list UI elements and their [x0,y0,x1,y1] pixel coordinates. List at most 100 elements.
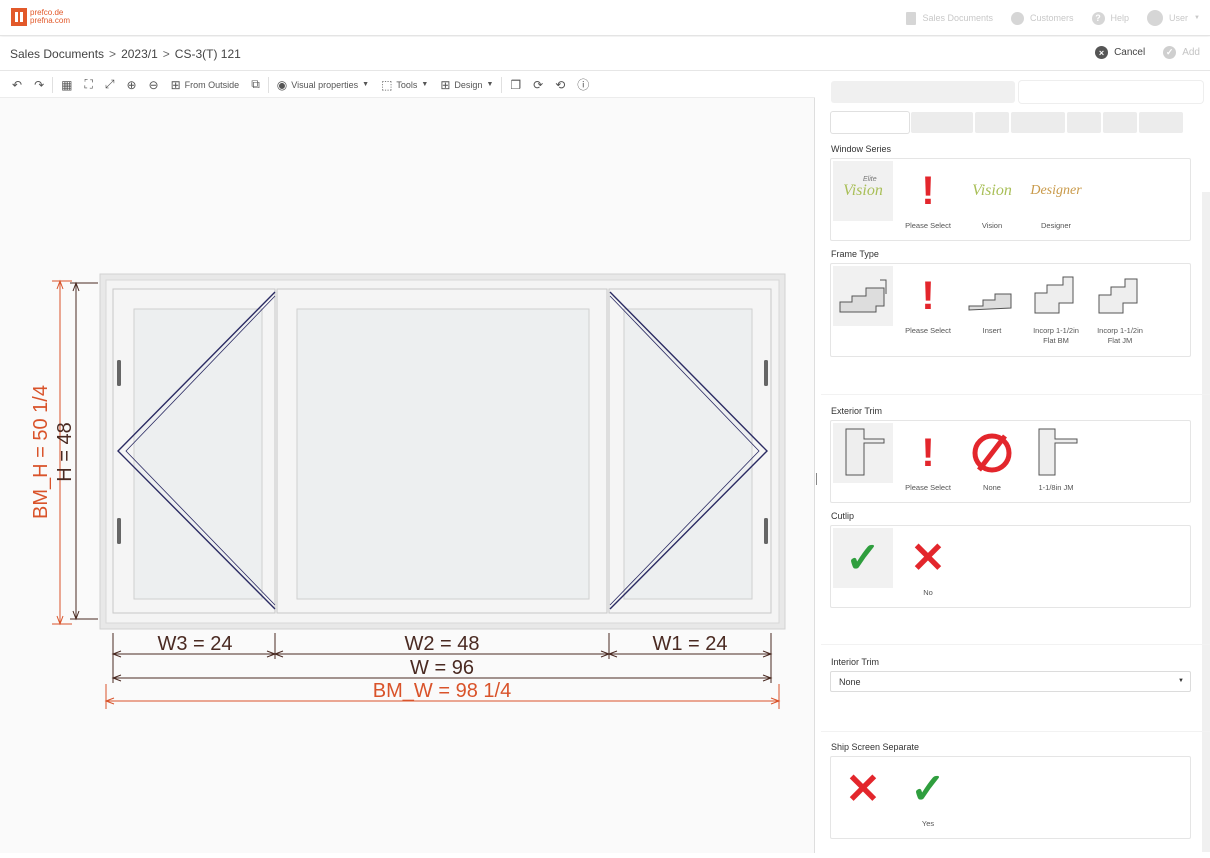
frame-type-option-incorp-flat-jm[interactable]: Incorp 1-1/2in Flat JM [1090,266,1150,346]
layers-button[interactable]: ⧉ [245,75,266,95]
interior-trim-title: Interior Trim [831,657,880,667]
window-drawing-canvas[interactable]: BM_H = 50 1/4 H = 48 W3 = 24 W2 = 48 W1 … [0,99,815,853]
undo-button[interactable]: ↶ [6,75,28,95]
option-label: Designer [1040,221,1071,230]
breadcrumb-document-number[interactable]: 2023/1 [121,47,158,61]
toolbar-divider [52,76,54,93]
frame-type-option-insert[interactable]: Insert [962,266,1022,336]
frame-profile-icon [839,279,887,313]
chevron-down-icon: ▼ [1194,15,1200,21]
section-divider [821,731,1210,732]
breadcrumb-sales-documents[interactable]: Sales Documents [10,47,104,61]
check-icon: ✓ [1163,46,1177,59]
close-icon: × [1095,46,1109,59]
design-menu[interactable]: ⊞ Design ▼ [434,75,499,95]
help-button[interactable]: ⓘ [571,75,595,95]
window-series-option-designer[interactable]: Designer Designer [1026,161,1086,231]
panel-tab-secondary-5[interactable] [1067,112,1101,133]
rotate-button[interactable]: ⟳ [527,75,549,95]
design-area: ↶ ↷ ▦ ⛶ ⤢ ⊕ ⊖ ⊞ From Outside ⧉ ◉ Visual … [0,72,815,853]
cutlip-title: Cutlip [831,511,855,521]
panel-tab-secondary-1[interactable] [831,112,909,133]
exterior-trim-option-please-select[interactable]: ! Please Select [898,423,958,493]
cutlip-option-yes[interactable]: ✓ [833,528,893,588]
tools-menu[interactable]: ⬚ Tools ▼ [375,75,434,95]
cutlip-option-no[interactable]: ✕ No [898,528,958,598]
grid-view-button[interactable]: ▦ [55,75,78,95]
panel-scrollbar[interactable] [1202,192,1210,852]
nav-label: User [1169,13,1189,23]
exclamation-icon: ! [921,274,935,318]
panel-tab-primary-1[interactable] [831,81,1015,103]
fullscreen-button[interactable]: ⤢ [99,75,121,95]
cancel-button[interactable]: × Cancel [1095,46,1145,59]
add-button[interactable]: ✓ Add [1163,46,1200,59]
panel-tab-secondary-2[interactable] [911,112,973,133]
panel-tab-secondary-6[interactable] [1103,112,1137,133]
frame-type-title: Frame Type [831,249,879,259]
breadcrumb-separator: > [162,47,170,61]
zoom-in-button[interactable]: ⊕ [120,75,142,95]
option-label: Incorp 1-1/2in [1097,326,1143,335]
ship-screen-option-no[interactable]: ✕ [833,759,893,819]
tools-label: Tools [396,79,418,90]
window-series-option-vision[interactable]: Vision Vision [962,161,1022,231]
interior-trim-select[interactable]: None ▼ [830,671,1191,692]
panel-tab-primary-2[interactable] [1019,81,1203,103]
handle-right-top [764,360,768,386]
rotate-icon: ⟳ [533,77,544,92]
nav-customers[interactable]: Customers [1011,10,1074,26]
visual-properties-menu[interactable]: ◉ Visual properties ▼ [271,75,375,95]
frame-type-option-incorp-flat-bm[interactable]: Incorp 1-1/2in Flat BM [1026,266,1086,346]
option-label: Please Select [905,221,951,230]
nav-help[interactable]: ? Help [1091,10,1129,26]
bm-w-label: BM_W = 98 1/4 [373,680,511,702]
h-label: H = 48 [54,422,76,481]
zoom-in-icon: ⊕ [126,77,137,92]
option-label: Yes [921,819,935,828]
frame-type-option-default[interactable] [833,266,893,326]
interior-trim-value: None [839,677,861,687]
panel-resize-handle[interactable] [816,473,819,485]
w2-label: W2 = 48 [404,633,479,655]
breadcrumb-bar: Sales Documents > 2023/1 > CS-3(T) 121 ×… [0,37,1210,71]
redo-button[interactable]: ↷ [28,75,50,95]
panel-tab-secondary-7[interactable] [1139,112,1183,133]
glass-center [296,308,590,600]
exterior-trim-option-none[interactable]: None [962,423,1022,493]
copy-button[interactable]: ❐ [504,75,527,95]
fit-view-button[interactable]: ⛶ [78,75,98,95]
designer-logo: Designer [1030,183,1082,198]
app-logo[interactable]: prefco.de prefna.com [11,8,70,26]
breadcrumb-separator: > [109,47,117,61]
handle-right-bottom [764,518,768,544]
panel-tab-secondary-3[interactable] [975,112,1009,133]
document-icon [906,11,917,25]
zoom-out-button[interactable]: ⊖ [143,75,165,95]
incorp-flat-bm-profile-icon [1034,276,1074,314]
from-outside-button[interactable]: ⊞ From Outside [165,75,246,95]
section-divider [821,644,1210,645]
grid-icon: ▦ [61,77,73,92]
nav-sales-documents[interactable]: Sales Documents [906,10,993,26]
window-series-option-elite[interactable]: Vision Elite [833,161,893,221]
exterior-trim-options: ! Please Select None 1-1/8in JM [830,420,1191,503]
exterior-trim-option-1-1-8in-jm[interactable]: 1-1/8in JM [1026,423,1086,493]
users-icon [1011,11,1024,25]
cutlip-options: ✓ ✕ No [830,525,1191,608]
cancel-label: Cancel [1114,47,1146,58]
panel-tab-secondary-4[interactable] [1011,112,1065,133]
ship-screen-option-yes[interactable]: ✓ Yes [898,759,958,829]
panel-tabs-primary [831,81,1203,103]
design-toolbar: ↶ ↷ ▦ ⛶ ⤢ ⊕ ⊖ ⊞ From Outside ⧉ ◉ Visual … [0,72,815,98]
jm-trim-profile-icon [1038,428,1078,476]
exterior-trim-option-default[interactable] [833,423,893,483]
elite-logo-text: Elite [863,176,877,183]
option-label: Please Select [905,483,951,492]
window-series-option-please-select[interactable]: ! Please Select [898,161,958,231]
frame-type-option-please-select[interactable]: ! Please Select [898,266,958,336]
nav-user-menu[interactable]: User ▼ [1147,10,1200,26]
reset-view-button[interactable]: ⟲ [549,75,571,95]
logo-mark-icon [11,8,27,26]
bm-h-label: BM_H = 50 1/4 [30,385,52,519]
